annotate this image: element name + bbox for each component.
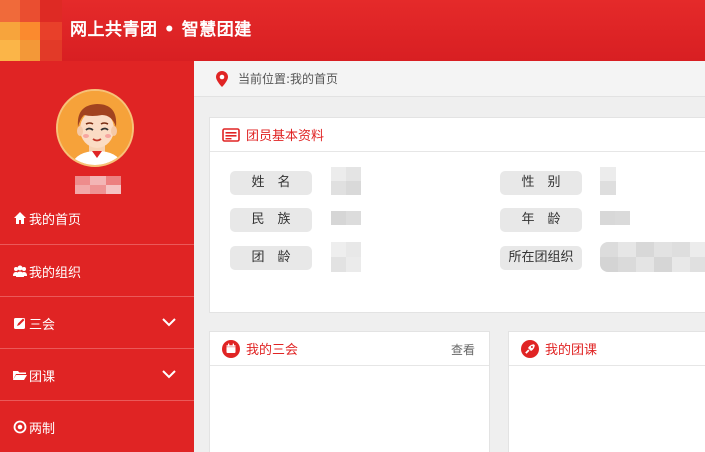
id-card-icon xyxy=(222,126,240,144)
league-age-label: 团 龄 xyxy=(230,246,312,270)
main-content: 当前位置:我的首页 团员基本资料 姓 名 性 别 民 族 年 龄 团 龄 所在团… xyxy=(194,61,705,452)
breadcrumb: 当前位置:我的首页 xyxy=(194,61,705,97)
sidebar-item-label: 团课 xyxy=(29,369,56,385)
profile-card: 团员基本资料 姓 名 性 别 民 族 年 龄 团 龄 所在团组织 xyxy=(209,117,705,313)
logo-icon xyxy=(0,0,62,61)
age-value-blurred xyxy=(600,211,630,225)
name-label: 姓 名 xyxy=(230,171,312,195)
sidebar: 我的首页 我的组织 三会 团课 两制 xyxy=(0,61,194,452)
edit-icon xyxy=(13,316,27,330)
sidebar-item-label: 我的首页 xyxy=(29,212,82,228)
sidebar-item-label: 两制 xyxy=(29,421,56,437)
breadcrumb-text: 当前位置:我的首页 xyxy=(238,72,339,86)
view-more-link[interactable]: 查看 xyxy=(451,341,475,358)
meetings-card-title: 我的三会 xyxy=(246,343,299,358)
calendar-icon xyxy=(222,339,240,358)
sidebar-item-home[interactable]: 我的首页 xyxy=(0,192,194,244)
meetings-card: 我的三会 查看 xyxy=(209,331,490,452)
sidebar-item-league-lessons[interactable]: 团课 xyxy=(0,349,194,401)
gender-label: 性 别 xyxy=(500,171,582,195)
lessons-card-title: 我的团课 xyxy=(545,343,598,358)
sidebar-item-two-systems[interactable]: 两制 xyxy=(0,401,194,452)
gender-value-blurred xyxy=(600,167,616,195)
league-age-value-blurred xyxy=(331,242,361,272)
name-value-blurred xyxy=(331,167,361,195)
organization-label: 所在团组织 xyxy=(500,246,582,270)
location-pin-icon xyxy=(216,70,228,87)
top-header: 网上共青团 • 智慧团建 xyxy=(0,0,705,61)
ethnicity-label: 民 族 xyxy=(230,208,312,232)
age-label: 年 龄 xyxy=(500,208,582,232)
profile-card-header: 团员基本资料 xyxy=(210,118,705,152)
sidebar-item-label: 三会 xyxy=(29,317,56,333)
home-icon xyxy=(13,211,27,225)
rocket-icon xyxy=(521,339,539,358)
app-title: 网上共青团 • 智慧团建 xyxy=(70,20,252,40)
meetings-card-header: 我的三会 查看 xyxy=(210,332,489,366)
chevron-down-icon[interactable] xyxy=(162,315,176,329)
avatar[interactable] xyxy=(56,89,134,167)
sidebar-item-organization[interactable]: 我的组织 xyxy=(0,245,194,297)
ethnicity-value-blurred xyxy=(331,211,361,225)
lessons-card: 我的团课 xyxy=(508,331,705,452)
sidebar-item-label: 我的组织 xyxy=(29,265,82,281)
chevron-down-icon[interactable] xyxy=(162,367,176,381)
sidebar-item-three-meetings[interactable]: 三会 xyxy=(0,297,194,349)
profile-card-title: 团员基本资料 xyxy=(246,129,325,144)
folder-icon xyxy=(13,368,27,382)
lessons-card-header: 我的团课 xyxy=(509,332,705,366)
group-icon xyxy=(13,264,27,278)
organization-value-blurred xyxy=(600,242,705,272)
target-icon xyxy=(13,420,27,434)
